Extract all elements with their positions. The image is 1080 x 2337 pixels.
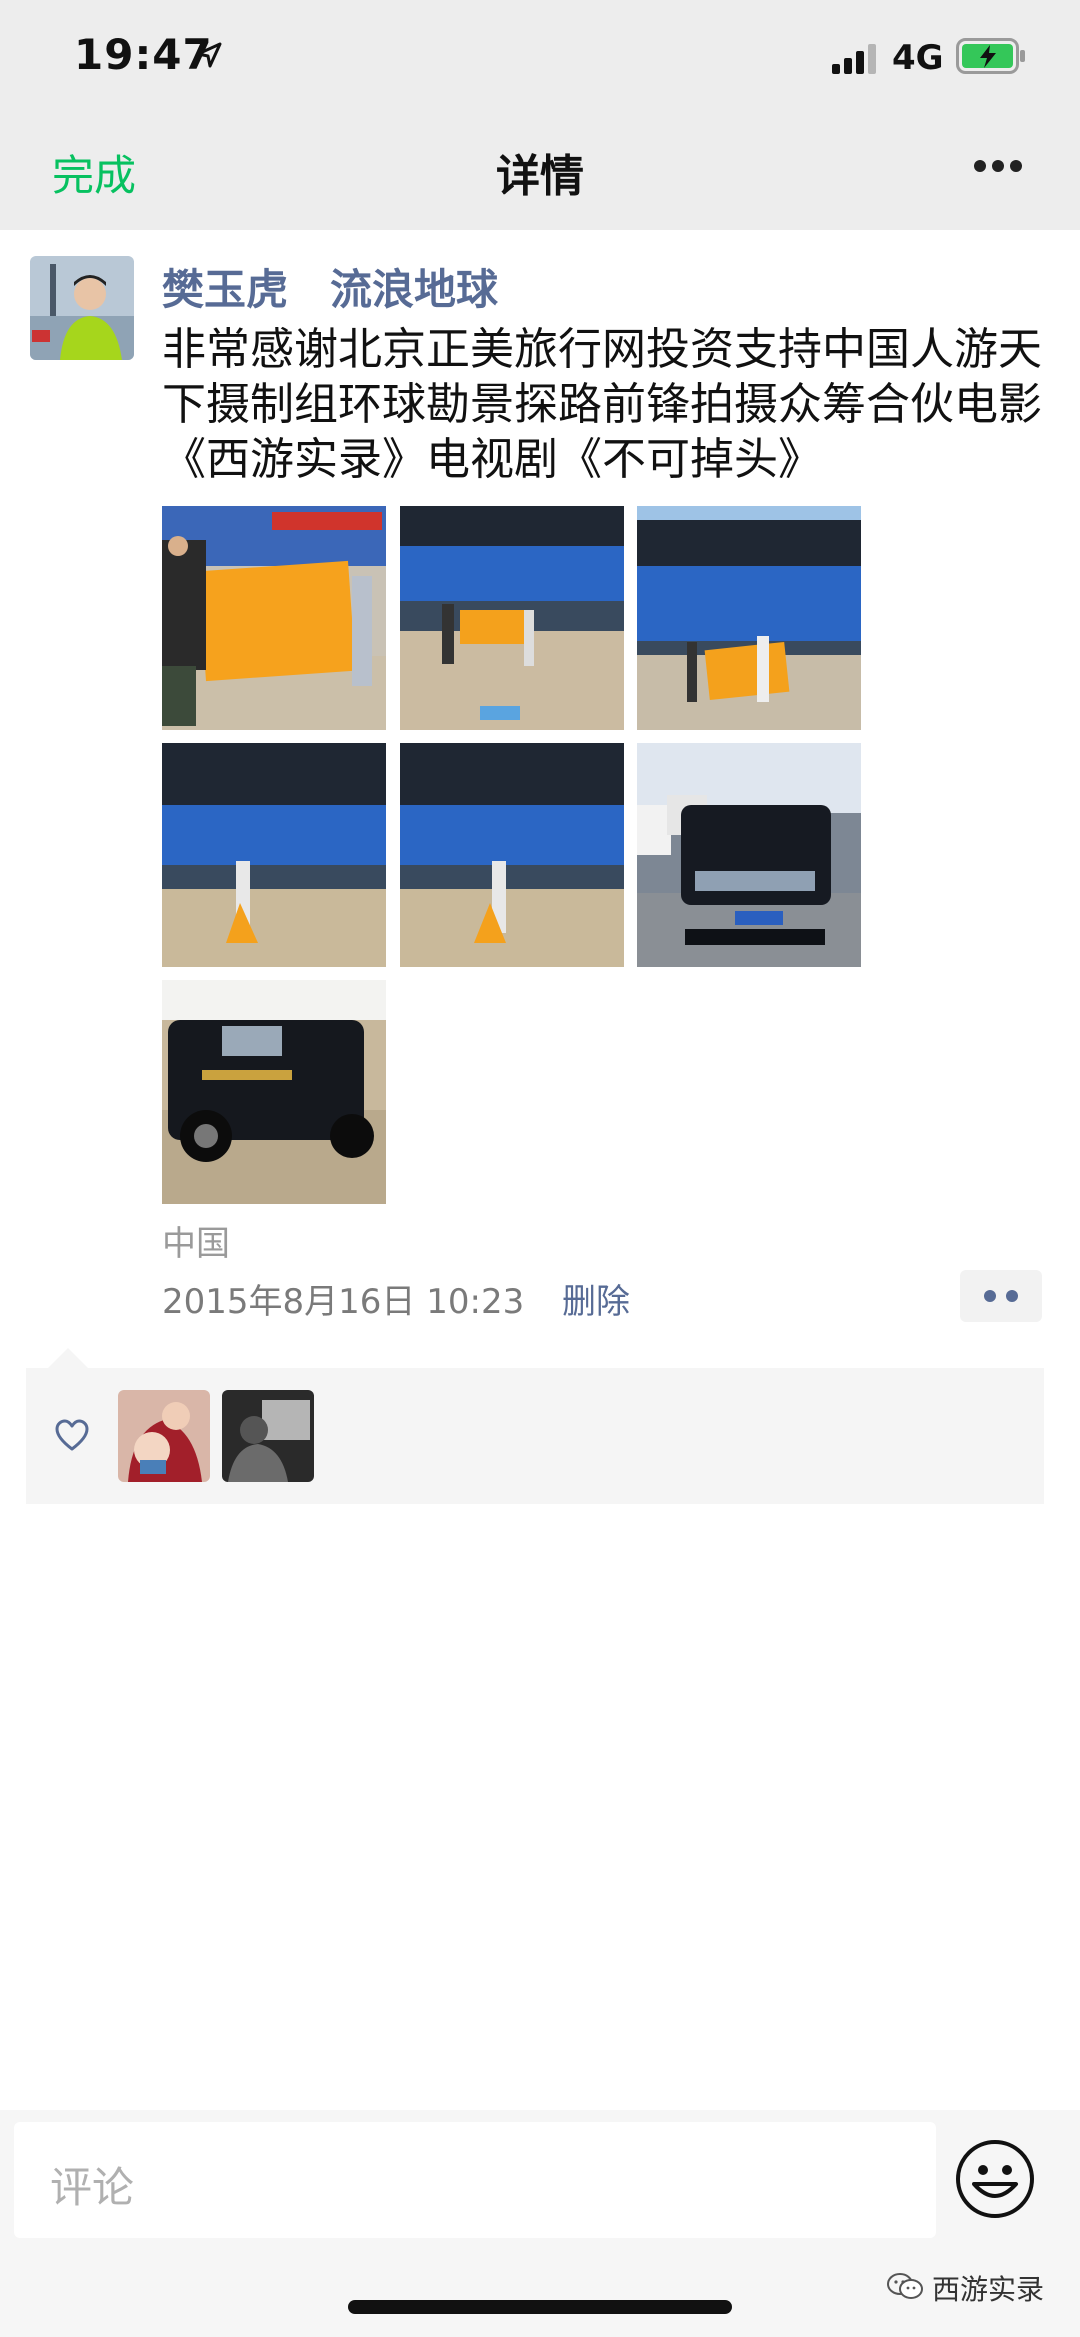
author-avatar[interactable] bbox=[30, 256, 134, 360]
photo-5[interactable] bbox=[400, 743, 624, 967]
network-type: 4G bbox=[892, 38, 944, 78]
signal-strength-icon bbox=[832, 44, 876, 74]
liker-avatar[interactable] bbox=[222, 1390, 314, 1482]
wechat-icon bbox=[887, 2273, 923, 2299]
photo-4[interactable] bbox=[162, 743, 386, 967]
comment-placeholder: 评论 bbox=[50, 2163, 135, 2212]
emoji-icon[interactable] bbox=[954, 2138, 1036, 2220]
top-bar: 19:47 4G 完成 详情 bbox=[0, 0, 1080, 230]
post-actions-button[interactable] bbox=[960, 1270, 1042, 1322]
delete-link[interactable]: 删除 bbox=[562, 1274, 630, 1323]
page-title: 详情 bbox=[496, 151, 584, 202]
more-options-icon[interactable] bbox=[970, 152, 1026, 182]
photo-6[interactable] bbox=[637, 743, 861, 967]
battery-charging-icon bbox=[956, 38, 1025, 74]
author-name[interactable]: 樊玉虎 流浪地球 bbox=[162, 256, 498, 317]
heart-icon bbox=[55, 1419, 89, 1451]
photo-1[interactable] bbox=[162, 506, 386, 730]
liker-avatar[interactable] bbox=[118, 1390, 210, 1482]
post-location[interactable]: 中国 bbox=[162, 1216, 230, 1265]
photo-2[interactable] bbox=[400, 506, 624, 730]
likes-pointer bbox=[48, 1348, 88, 1368]
photo-3[interactable] bbox=[637, 506, 861, 730]
post-timestamp: 2015年8月16日 10:23 bbox=[162, 1282, 525, 1322]
home-indicator bbox=[348, 2300, 732, 2314]
status-time: 19:47 bbox=[74, 30, 213, 79]
likes-panel bbox=[26, 1368, 1044, 1504]
location-arrow-icon bbox=[196, 42, 222, 68]
photo-7[interactable] bbox=[162, 980, 386, 1204]
watermark-text: 西游实录 bbox=[932, 2273, 1045, 2306]
comment-input[interactable]: 评论 bbox=[14, 2122, 936, 2238]
post-text: 非常感谢北京正美旅行网投资支持中国人游天下摄制组环球勘景探路前锋拍摄众筹合伙电影… bbox=[162, 324, 1042, 485]
